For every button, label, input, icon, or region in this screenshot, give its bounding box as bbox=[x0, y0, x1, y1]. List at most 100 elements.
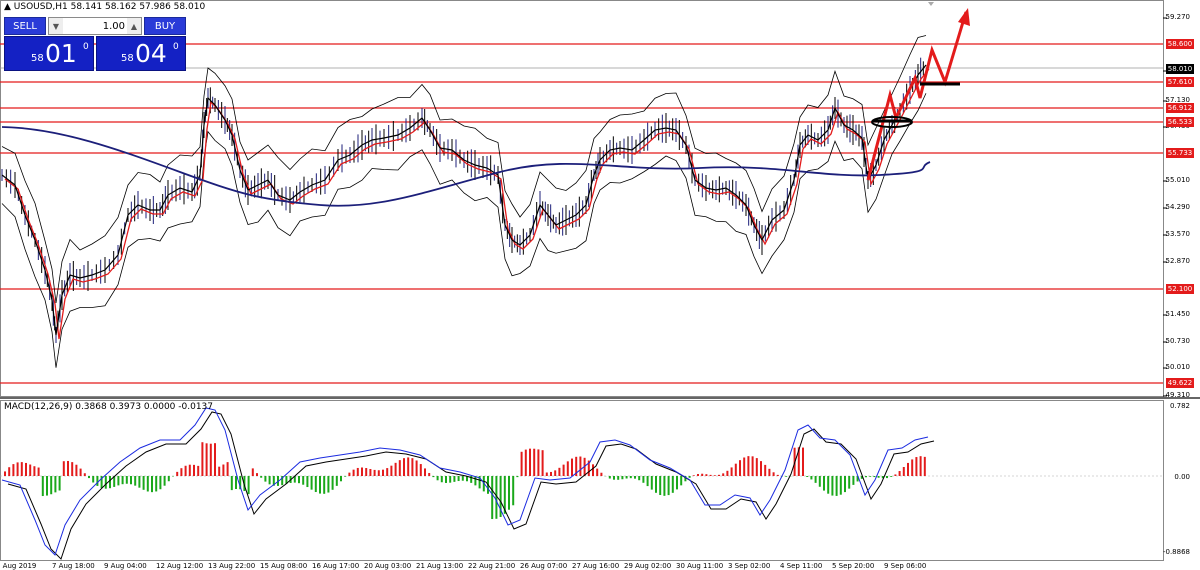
macd-histogram-bar bbox=[638, 476, 641, 481]
macd-histogram-bar bbox=[461, 476, 464, 481]
macd-histogram-bar bbox=[642, 476, 645, 483]
macd-histogram-bar bbox=[193, 464, 195, 476]
macd-histogram-bar bbox=[730, 467, 733, 476]
macd-histogram-bar bbox=[835, 476, 838, 496]
macd-histogram-bar bbox=[306, 476, 309, 488]
time-axis-label: 4 Sep 11:00 bbox=[780, 562, 823, 570]
macd-histogram-bar bbox=[734, 463, 737, 476]
macd-histogram-bar bbox=[902, 467, 905, 476]
macd-histogram-bar bbox=[806, 476, 809, 477]
collapse-triangle-icon[interactable]: ▲ bbox=[4, 2, 14, 12]
macd-histogram-bar bbox=[125, 476, 128, 484]
time-axis-label: 22 Aug 21:00 bbox=[468, 562, 516, 570]
level-price-tag: 49.622 bbox=[1166, 378, 1194, 388]
bid-price-box[interactable]: 58 01 0 bbox=[4, 36, 94, 71]
macd-histogram-bar bbox=[327, 476, 330, 493]
macd-histogram-bar bbox=[911, 459, 914, 476]
macd-histogram-bar bbox=[205, 443, 208, 476]
bid-sup: 0 bbox=[83, 42, 89, 52]
macd-axis-bottom: -0.8868 bbox=[1162, 548, 1190, 556]
lot-size-field[interactable]: ▼ 1.00 ▲ bbox=[48, 17, 142, 35]
macd-histogram-bar bbox=[390, 465, 393, 476]
level-price-tag: 57.610 bbox=[1166, 77, 1194, 87]
macd-histogram-bar bbox=[41, 476, 44, 497]
time-axis-label: 21 Aug 13:00 bbox=[416, 562, 464, 570]
macd-histogram-bar bbox=[474, 476, 477, 486]
time-axis-label: 30 Aug 11:00 bbox=[676, 562, 724, 570]
macd-histogram-bar bbox=[260, 476, 263, 478]
chart-title-text: USOUSD,H1 58.141 58.162 57.986 58.010 bbox=[13, 2, 206, 12]
macd-histogram-bar bbox=[608, 476, 611, 479]
macd-histogram-bar bbox=[709, 474, 712, 476]
macd-signal-line bbox=[1, 407, 929, 556]
time-axis-label: 9 Sep 06:00 bbox=[884, 562, 927, 570]
lot-size-value[interactable]: 1.00 bbox=[103, 21, 125, 32]
macd-histogram-bar bbox=[176, 471, 179, 476]
macd-histogram-bar bbox=[134, 476, 137, 486]
macd-histogram-bar bbox=[554, 470, 557, 476]
macd-histogram-bar bbox=[109, 476, 111, 489]
macd-histogram-bar bbox=[613, 476, 615, 480]
level-price-tag: 58.600 bbox=[1166, 39, 1194, 49]
macd-histogram-bar bbox=[629, 476, 632, 479]
macd-histogram-bar bbox=[130, 476, 132, 485]
macd-histogram-bar bbox=[718, 474, 720, 476]
macd-histogram-bar bbox=[373, 469, 376, 476]
macd-histogram-bar bbox=[520, 451, 523, 476]
macd-histogram-bar bbox=[218, 466, 221, 476]
macd-histogram-bar bbox=[428, 472, 431, 476]
macd-histogram-bar bbox=[20, 462, 23, 476]
macd-histogram-bar bbox=[230, 476, 233, 491]
macd-histogram-bar bbox=[839, 476, 842, 495]
ask-price-box[interactable]: 58 04 0 bbox=[96, 36, 186, 71]
macd-histogram-bar bbox=[726, 470, 729, 476]
macd-histogram-bar bbox=[923, 456, 926, 476]
macd-histogram-bar bbox=[747, 456, 750, 476]
macd-histogram-bar bbox=[579, 456, 582, 476]
macd-histogram-bar bbox=[818, 476, 821, 487]
macd-histogram-bar bbox=[335, 476, 338, 486]
macd-histogram-bar bbox=[298, 476, 300, 484]
lot-decrease-icon[interactable]: ▼ bbox=[49, 18, 63, 34]
macd-histogram-bar bbox=[524, 449, 527, 476]
price-axis-label: 51.450 bbox=[1165, 310, 1191, 318]
macd-histogram-bar bbox=[844, 476, 846, 493]
price-line bbox=[1, 64, 927, 336]
macd-histogram-bar bbox=[268, 476, 271, 485]
macd-histogram-bar bbox=[247, 476, 250, 495]
macd-histogram-bar bbox=[188, 464, 191, 476]
macd-histogram-bar bbox=[159, 476, 162, 490]
macd-axis-mid: 0.00 bbox=[1174, 473, 1190, 481]
lot-increase-icon[interactable]: ▲ bbox=[127, 18, 141, 34]
macd-histogram-bar bbox=[449, 476, 452, 483]
price-axis-label: 50.730 bbox=[1165, 337, 1191, 345]
macd-histogram-bar bbox=[440, 476, 443, 483]
macd-histogram-bar bbox=[671, 476, 674, 493]
macd-axis-top: 0.782 bbox=[1169, 402, 1190, 410]
chart-canvas[interactable] bbox=[0, 0, 1200, 570]
macd-histogram-bar bbox=[692, 475, 695, 476]
macd-histogram-bar bbox=[67, 460, 69, 476]
macd-histogram-bar bbox=[457, 476, 460, 482]
buy-button[interactable]: BUY bbox=[144, 17, 186, 35]
macd-histogram-bar bbox=[214, 443, 216, 476]
price-axis-label: 49.310 bbox=[1165, 391, 1191, 399]
macd-histogram-bar bbox=[890, 476, 893, 477]
macd-histogram-bar bbox=[121, 476, 124, 485]
macd-histogram-bar bbox=[25, 462, 27, 476]
macd-histogram-bar bbox=[898, 471, 901, 476]
sell-button[interactable]: SELL bbox=[4, 17, 46, 35]
macd-histogram-bar bbox=[432, 476, 435, 478]
macd-histogram-bar bbox=[167, 476, 170, 482]
macd-histogram-bar bbox=[545, 472, 548, 476]
macd-histogram-bar bbox=[419, 464, 422, 476]
macd-histogram-bar bbox=[201, 442, 204, 476]
chart-area[interactable] bbox=[0, 0, 1200, 570]
macd-histogram-bar bbox=[592, 464, 594, 476]
macd-histogram-bar bbox=[646, 476, 649, 487]
macd-histogram-bar bbox=[407, 457, 410, 476]
macd-histogram-bar bbox=[50, 476, 53, 495]
fast-ma-line bbox=[4, 68, 930, 340]
macd-histogram-bar bbox=[919, 456, 922, 476]
macd-histogram-bar bbox=[146, 476, 149, 492]
